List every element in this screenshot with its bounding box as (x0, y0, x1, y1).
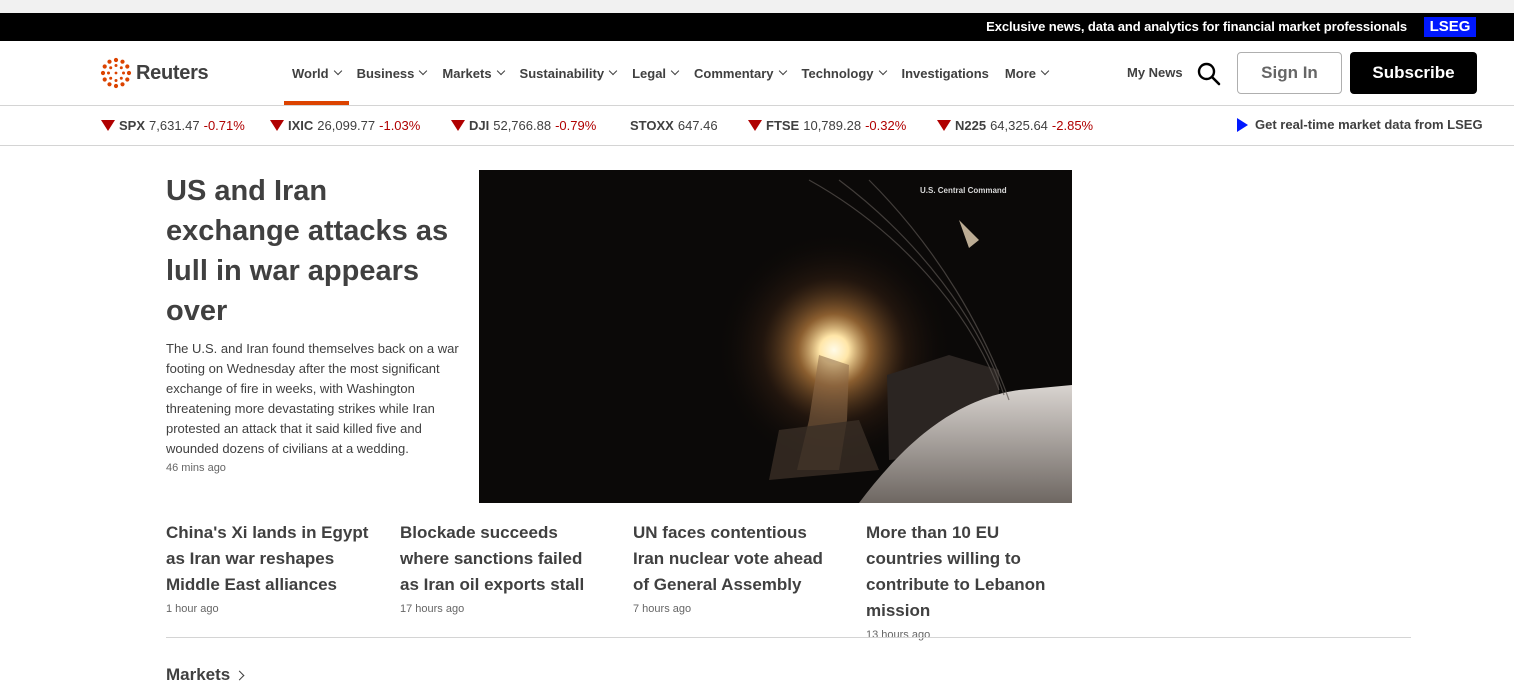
story-title[interactable]: China's Xi lands in Egypt as Iran war re… (166, 520, 371, 598)
lead-timestamp: 46 mins ago (166, 462, 226, 474)
chevron-down-icon (333, 66, 342, 76)
story-card[interactable]: UN faces contentious Iran nuclear vote a… (633, 520, 838, 615)
section-divider (166, 637, 1411, 638)
lead-image[interactable]: U.S. Central Command (479, 170, 1072, 503)
nav-item-sustainability[interactable]: Sustainability (512, 41, 625, 105)
chevron-down-icon (670, 66, 680, 76)
story-timestamp: 1 hour ago (166, 603, 219, 615)
lead-headline[interactable]: US and Iran exchange attacks as lull in … (166, 171, 466, 331)
lseg-market-data-link[interactable]: Get real-time market data from LSEG (1237, 117, 1483, 132)
subscribe-button[interactable]: Subscribe (1350, 52, 1477, 94)
ticker-change: -0.79% (555, 118, 597, 133)
nav-item-label: Commentary (694, 65, 774, 81)
nav-item-label: Business (356, 65, 415, 81)
ticker-symbol: N225 (955, 118, 987, 133)
story-title[interactable]: Blockade succeeds where sanctions failed… (400, 520, 605, 598)
story-title[interactable]: More than 10 EU countries willing to con… (866, 520, 1071, 624)
main-nav: Reuters World Business Markets Sustainab… (0, 41, 1514, 106)
nav-item-technology[interactable]: Technology (794, 41, 894, 105)
ticker-value: 10,789.28 (803, 118, 862, 133)
promo-bar: Exclusive news, data and analytics for f… (0, 13, 1514, 41)
story-card[interactable]: More than 10 EU countries willing to con… (866, 520, 1071, 641)
ticker-change: -0.32% (865, 118, 907, 133)
nav-item-label: Sustainability (519, 65, 605, 81)
ticker-symbol: IXIC (288, 118, 314, 133)
chevron-down-icon (1040, 66, 1050, 76)
ticker-symbol: FTSE (766, 118, 800, 133)
story-timestamp: 17 hours ago (400, 603, 465, 615)
browser-strip (0, 0, 1514, 13)
ticker-value: 52,766.88 (493, 118, 552, 133)
ticker-change: -0.71% (203, 118, 245, 133)
nav-item-legal[interactable]: Legal (624, 41, 686, 105)
markets-section-link[interactable]: Markets (166, 665, 245, 685)
ticker-value: 7,631.47 (149, 118, 200, 133)
nav-item-label: Investigations (901, 65, 989, 81)
nav-items: World Business Markets Sustainability Le… (284, 41, 1056, 105)
nav-item-more[interactable]: More (997, 41, 1056, 105)
nav-item-label: World (292, 65, 329, 81)
nav-item-markets[interactable]: Markets (434, 41, 511, 105)
ticker-value: 647.46 (677, 118, 718, 133)
nav-item-label: More (1004, 65, 1036, 81)
ticker-symbol: SPX (119, 118, 146, 133)
play-icon (1237, 117, 1248, 132)
chevron-down-icon (778, 66, 787, 76)
markets-heading-label: Markets (166, 665, 231, 684)
nav-item-label: Markets (442, 65, 492, 81)
logo-text: Reuters (136, 61, 209, 84)
sign-in-button[interactable]: Sign In (1237, 52, 1342, 94)
chevron-down-icon (608, 66, 618, 76)
reuters-logo[interactable]: Reuters (100, 56, 209, 90)
nav-item-label: Technology (801, 65, 874, 81)
down-arrow-icon (270, 120, 284, 131)
ticker-change: -1.03% (379, 118, 421, 133)
story-card[interactable]: Blockade succeeds where sanctions failed… (400, 520, 605, 615)
chevron-right-icon (234, 670, 245, 680)
story-card[interactable]: China's Xi lands in Egypt as Iran war re… (166, 520, 371, 615)
ticker-item-stoxx[interactable]: STOXX 647.46 (630, 118, 722, 133)
down-arrow-icon (101, 120, 115, 131)
ticker-item-spx[interactable]: SPX 7,631.47 -0.71% (101, 118, 245, 133)
down-arrow-icon (748, 120, 762, 131)
reuters-logo-icon (100, 57, 132, 89)
story-timestamp: 13 hours ago (866, 629, 931, 641)
my-news-link[interactable]: My News (1127, 65, 1183, 80)
story-timestamp: 7 hours ago (633, 603, 692, 615)
nav-item-world[interactable]: World (284, 41, 349, 105)
ticker-item-n225[interactable]: N225 64,325.64 -2.85% (937, 118, 1093, 133)
ticker-item-dji[interactable]: DJI 52,766.88 -0.79% (451, 118, 596, 133)
search-button[interactable] (1196, 61, 1222, 87)
ticker-value: 64,325.64 (990, 118, 1048, 133)
nav-item-label: Legal (632, 65, 667, 81)
nav-item-investigations[interactable]: Investigations (894, 41, 997, 105)
ticker-symbol: DJI (469, 118, 490, 133)
search-icon (1197, 62, 1221, 86)
nav-item-commentary[interactable]: Commentary (686, 41, 793, 105)
ticker-symbol: STOXX (630, 118, 674, 133)
market-ticker: SPX 7,631.47 -0.71% IXIC 26,099.77 -1.03… (0, 106, 1514, 146)
down-arrow-icon (937, 120, 951, 131)
image-credit: U.S. Central Command (920, 186, 1007, 195)
lseg-badge[interactable]: LSEG (1424, 17, 1476, 37)
ticker-change: -2.85% (1051, 118, 1094, 133)
chevron-down-icon (496, 66, 505, 76)
lead-summary: The U.S. and Iran found themselves back … (166, 341, 459, 456)
chevron-down-icon (419, 66, 428, 76)
lead-image-photo (479, 170, 1072, 503)
story-title[interactable]: UN faces contentious Iran nuclear vote a… (633, 520, 838, 598)
ticker-value: 26,099.77 (317, 118, 376, 133)
promo-text[interactable]: Exclusive news, data and analytics for f… (986, 19, 1407, 34)
ticker-item-ftse[interactable]: FTSE 10,789.28 -0.32% (748, 118, 906, 133)
chevron-down-icon (878, 66, 887, 76)
nav-item-business[interactable]: Business (349, 41, 435, 105)
ticker-item-ixic[interactable]: IXIC 26,099.77 -1.03% (270, 118, 420, 133)
down-arrow-icon (451, 120, 465, 131)
lseg-link-label: Get real-time market data from LSEG (1255, 117, 1483, 132)
